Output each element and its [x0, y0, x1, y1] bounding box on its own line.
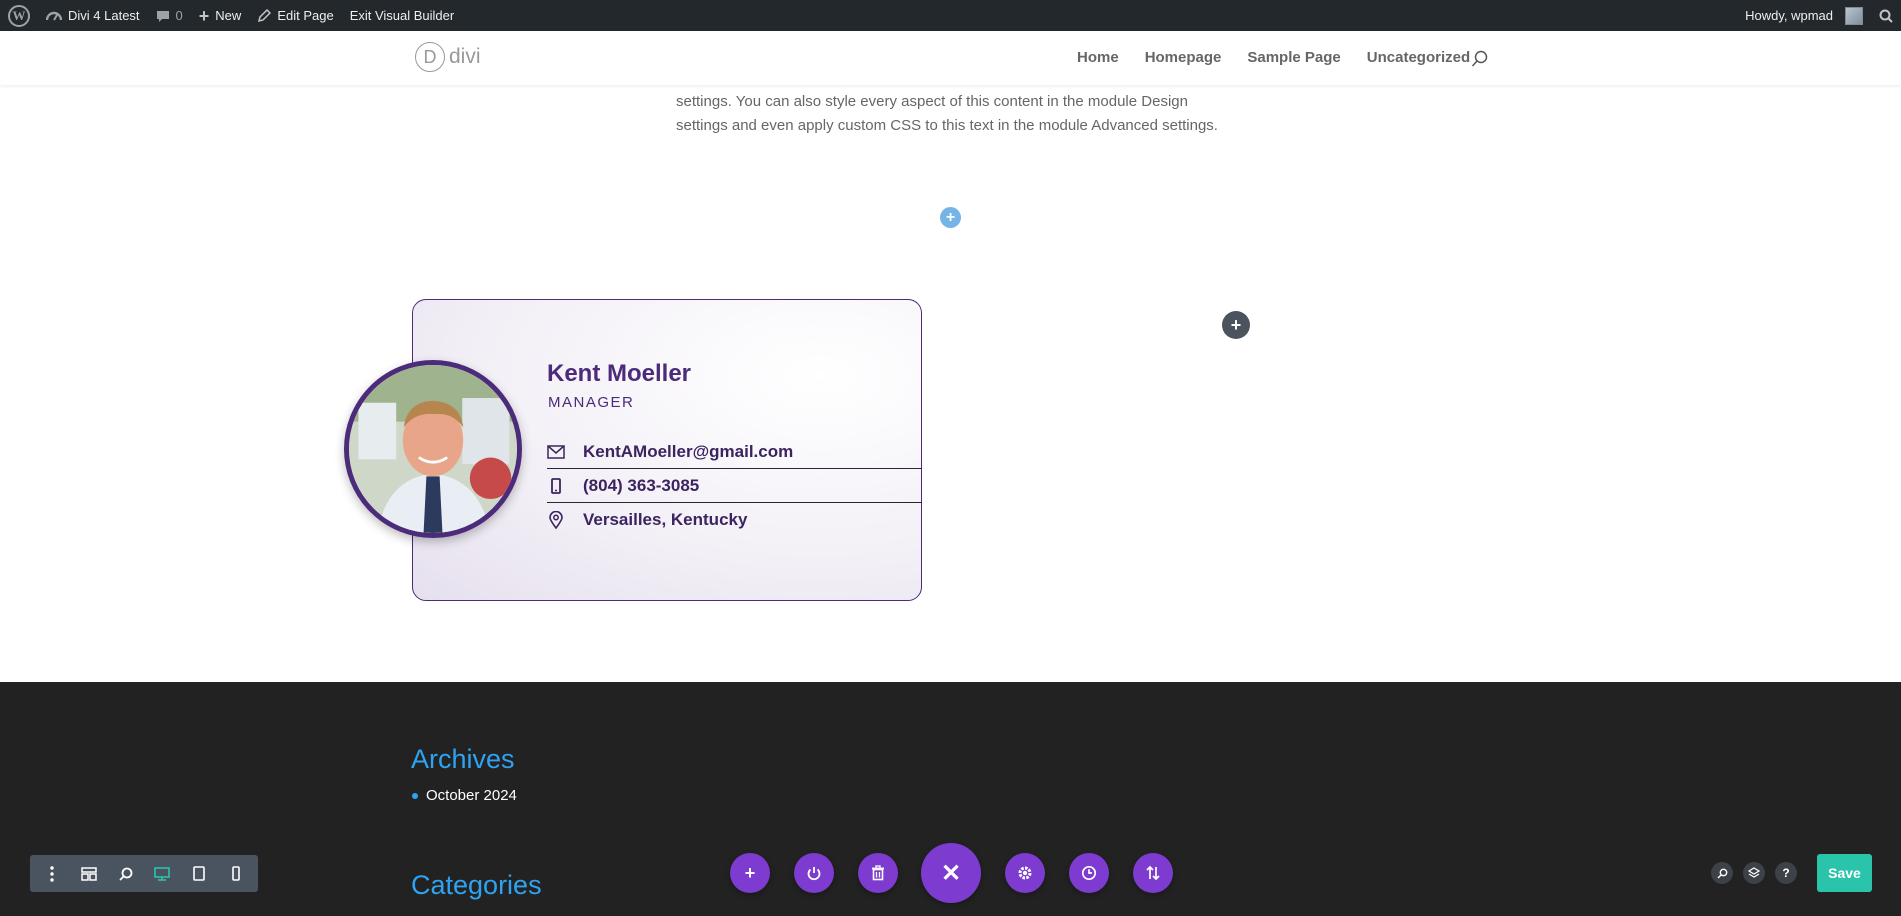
trash-icon [872, 865, 884, 881]
add-row-button[interactable]: + [940, 207, 961, 228]
site-header: D divi Home Homepage Sample Page Uncateg… [0, 31, 1901, 85]
exit-builder-label: Exit Visual Builder [349, 8, 455, 23]
comments-menu[interactable]: 0 [148, 0, 191, 31]
search-icon [1717, 868, 1727, 878]
member-name: Kent Moeller [547, 360, 692, 387]
site-logo[interactable]: D divi [415, 42, 481, 72]
sort-arrows-icon [1146, 865, 1160, 881]
admin-bar: W Divi 4 Latest 0 + New Edit Page Exit V… [0, 0, 1901, 31]
main-nav: Home Homepage Sample Page Uncategorized [1077, 49, 1470, 66]
comments-count: 0 [175, 8, 183, 23]
archives-title: Archives [411, 744, 515, 774]
nav-item-sample-page[interactable]: Sample Page [1247, 49, 1340, 66]
clock-icon [1081, 865, 1097, 881]
mobile-phone-icon [547, 477, 565, 495]
phone-row[interactable]: (804) 363-3085 [547, 469, 922, 503]
wordpress-icon: W [8, 4, 30, 27]
bullet [412, 792, 418, 799]
plus-icon: + [198, 5, 210, 26]
portrait-image [349, 365, 517, 533]
edit-page-label: Edit Page [277, 8, 334, 23]
plus-icon: + [744, 862, 756, 883]
logo-mark: D [415, 42, 445, 72]
add-button[interactable]: + [730, 853, 770, 893]
site-name-menu[interactable]: Divi 4 Latest [38, 0, 148, 31]
zoom-icon[interactable] [111, 859, 141, 889]
edit-page-link[interactable]: Edit Page [249, 0, 341, 31]
logo-text: divi [449, 45, 481, 68]
find-replace-button[interactable] [1711, 862, 1733, 884]
builder-view-toolbar [30, 855, 258, 892]
text-line: settings. You can also style every aspec… [676, 93, 1188, 110]
text-line: settings and even apply custom CSS to th… [676, 117, 1218, 134]
greeting: Howdy, wpmad [1745, 8, 1833, 23]
nav-item-home[interactable]: Home [1077, 49, 1119, 66]
avatar [1845, 6, 1863, 25]
close-settings-button[interactable]: ✕ [921, 843, 981, 903]
nav-item-homepage[interactable]: Homepage [1145, 49, 1222, 66]
layers-icon [1748, 867, 1760, 878]
archive-list-item[interactable]: October 2024 [412, 787, 517, 804]
disable-button[interactable] [794, 853, 834, 893]
email-row[interactable]: KentAMoeller@gmail.com [547, 435, 922, 469]
wireframe-view-icon[interactable] [74, 859, 104, 889]
member-email[interactable]: KentAMoeller@gmail.com [583, 442, 793, 462]
new-label: New [215, 8, 242, 23]
dashboard-gauge-icon [46, 11, 62, 21]
close-icon: ✕ [940, 859, 962, 887]
history-button[interactable] [1069, 853, 1109, 893]
map-pin-icon [547, 511, 565, 529]
envelope-icon [547, 443, 565, 461]
gear-icon [1018, 866, 1032, 880]
pencil-icon [258, 8, 272, 22]
tablet-view-icon[interactable] [184, 859, 214, 889]
phone-view-icon[interactable] [221, 859, 251, 889]
portability-button[interactable] [1133, 853, 1173, 893]
wp-logo-menu[interactable]: W [0, 0, 38, 31]
comment-bubble-icon [156, 10, 169, 22]
new-content-menu[interactable]: + New [191, 0, 250, 31]
desktop-view-icon[interactable] [147, 859, 177, 889]
categories-title: Categories [411, 870, 542, 900]
site-name: Divi 4 Latest [68, 8, 140, 23]
add-module-button[interactable]: + [1222, 311, 1250, 339]
save-button[interactable]: Save [1817, 854, 1872, 892]
search-icon [1879, 9, 1893, 23]
power-icon [807, 867, 821, 881]
delete-button[interactable] [858, 853, 898, 893]
member-location: Versailles, Kentucky [583, 510, 748, 529]
layers-button[interactable] [1743, 862, 1765, 884]
profile-photo [344, 360, 522, 538]
admin-search[interactable] [1871, 0, 1901, 31]
archive-link[interactable]: October 2024 [426, 787, 517, 804]
nav-item-uncategorized[interactable]: Uncategorized [1367, 49, 1470, 66]
member-role: MANAGER [548, 394, 635, 411]
more-options-icon[interactable] [37, 859, 67, 889]
location-row: Versailles, Kentucky [547, 503, 922, 537]
page-settings-button[interactable] [1005, 853, 1045, 893]
exit-visual-builder-link[interactable]: Exit Visual Builder [342, 0, 463, 31]
help-button[interactable]: ? [1775, 862, 1797, 884]
account-menu[interactable]: Howdy, wpmad [1737, 0, 1871, 31]
text-module: settings. You can also style every aspec… [676, 90, 1236, 138]
search-icon[interactable] [1471, 50, 1489, 68]
member-phone[interactable]: (804) 363-3085 [583, 476, 699, 496]
